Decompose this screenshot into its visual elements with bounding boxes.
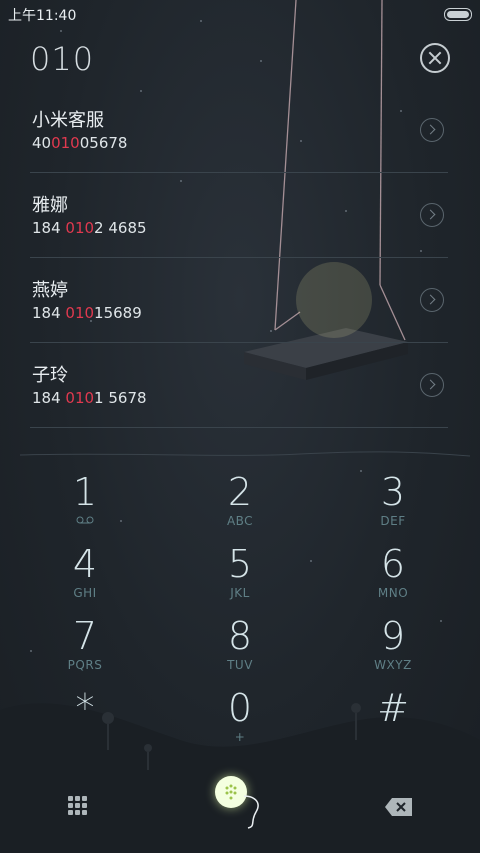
clear-icon[interactable]: [420, 43, 450, 73]
key-4[interactable]: 4 GHI: [15, 542, 155, 600]
contact-row[interactable]: 子玲 184 0101 5678: [30, 343, 448, 428]
contact-number: 4001005678: [32, 134, 128, 152]
contact-results-list: 小米客服 4001005678 雅娜 184 0102 4685 燕婷 184 …: [30, 88, 448, 428]
contact-number: 184 01015689: [32, 304, 142, 322]
contact-number: 184 0101 5678: [32, 389, 147, 407]
key-7[interactable]: 7 PQRS: [15, 614, 155, 672]
key-6[interactable]: 6 MNO: [323, 542, 463, 600]
key-hash[interactable]: #: [323, 686, 463, 744]
key-2[interactable]: 2 ABC: [170, 470, 310, 528]
horizon-line: [19, 451, 471, 457]
status-bar: 上午11:40: [0, 0, 480, 28]
key-star[interactable]: *: [15, 686, 155, 744]
key-8[interactable]: 8 TUV: [170, 614, 310, 672]
contact-detail-arrow-icon[interactable]: [420, 203, 444, 227]
contact-row[interactable]: 燕婷 184 01015689: [30, 258, 448, 343]
dialed-number: 010: [30, 40, 95, 78]
key-9[interactable]: 9 WXYZ: [323, 614, 463, 672]
battery-icon: [444, 8, 472, 21]
contact-detail-arrow-icon[interactable]: [420, 118, 444, 142]
key-5[interactable]: 5 JKL: [170, 542, 310, 600]
contact-row[interactable]: 小米客服 4001005678: [30, 88, 448, 173]
contact-number: 184 0102 4685: [32, 219, 147, 237]
contact-name: 小米客服: [32, 110, 104, 131]
backspace-icon[interactable]: [384, 797, 414, 817]
voicemail-icon: [15, 514, 155, 528]
contact-name: 燕婷: [32, 280, 68, 301]
status-time: 上午11:40: [8, 8, 77, 24]
contact-name: 子玲: [32, 365, 68, 386]
contact-detail-arrow-icon[interactable]: [420, 288, 444, 312]
key-3[interactable]: 3 DEF: [323, 470, 463, 528]
contact-detail-arrow-icon[interactable]: [420, 373, 444, 397]
contact-row[interactable]: 雅娜 184 0102 4685: [30, 173, 448, 258]
call-string-decoration: [243, 795, 259, 829]
contact-name: 雅娜: [32, 195, 68, 216]
key-0[interactable]: 0 +: [170, 686, 310, 744]
keypad-grid-icon[interactable]: [68, 796, 90, 818]
key-1[interactable]: 1: [15, 470, 155, 528]
